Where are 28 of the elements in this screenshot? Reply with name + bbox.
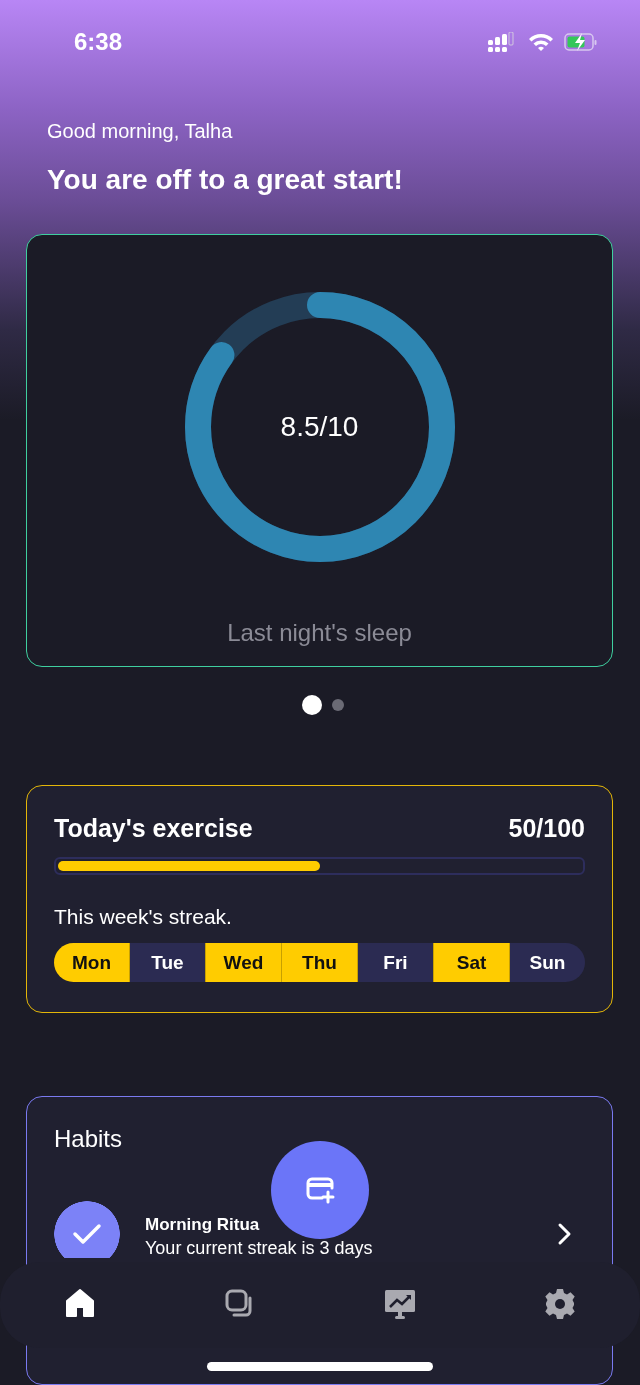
battery-icon [564,32,598,53]
habits-title: Habits [54,1125,124,1153]
check-icon [72,1222,102,1246]
day-chip: Mon [54,943,129,983]
habit-check[interactable] [54,1201,120,1258]
day-chip: Fri [357,943,433,983]
day-chip: Tue [129,943,205,983]
habit-detail: Your current streak is 3 days [145,1238,373,1259]
page-dot[interactable] [332,699,344,712]
greeting-text: Good morning, Talha [47,119,234,143]
wifi-icon [528,32,554,53]
exercise-title: Today's exercise [54,814,253,844]
home-icon [64,1288,96,1320]
headline-text: You are off to a great start! [47,163,404,196]
habit-name: Morning Ritua [145,1215,260,1235]
page-dot[interactable] [302,695,322,716]
exercise-count: 50/100 [508,814,585,844]
status-time: 6:38 [74,28,123,57]
sleep-label: Last night's sleep [227,618,412,647]
day-chip: Wed [205,943,281,983]
streak-label: This week's streak. [54,905,233,930]
sleep-score: 8.5/10 [280,410,359,443]
chevron-right-icon [557,1222,573,1246]
presentation-chart-icon [384,1288,416,1320]
day-chip: Sun [509,943,585,983]
settings-icon [544,1288,576,1320]
day-chip: Thu [281,943,357,983]
day-chip: Sat [433,943,509,983]
